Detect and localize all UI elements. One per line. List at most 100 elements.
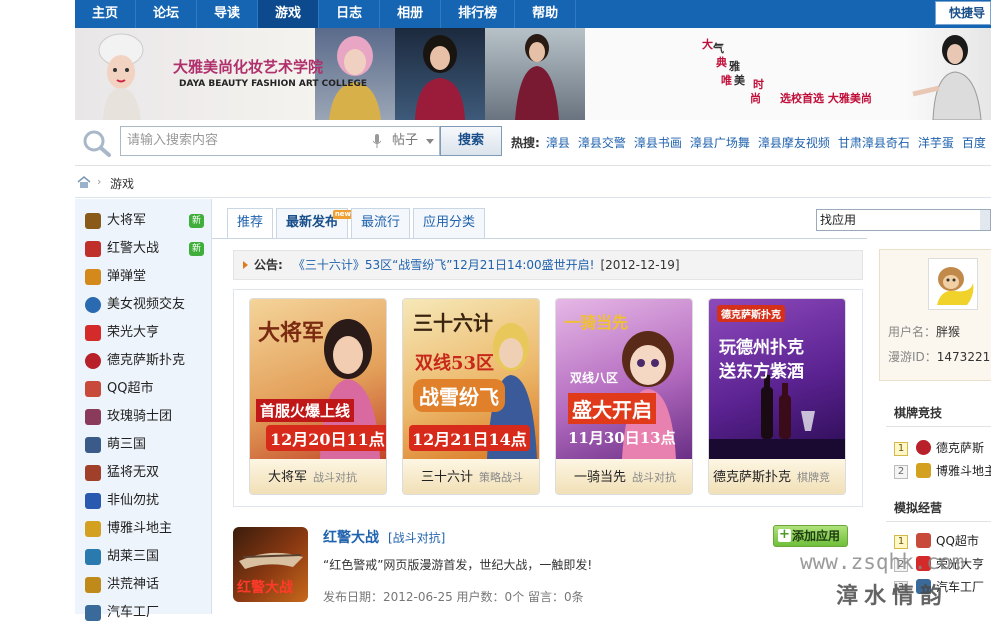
ranking-item[interactable]: 1 德克萨斯 (894, 439, 984, 457)
top-nav: 主页 论坛 导读 游戏 日志 相册 排行榜 帮助 快捷导 (75, 0, 991, 28)
sidebar-item-label: 美女视频交友 (107, 297, 186, 312)
announcement-date: [2012-12-19] (600, 258, 680, 272)
watermark-url: www.zsqhk.com (800, 550, 965, 574)
game-card-promo: 玩德州扑克 (719, 338, 804, 358)
hot-term[interactable]: 洋芋蛋 (918, 136, 954, 150)
banner-model-2 (315, 28, 395, 120)
banner-ad[interactable]: 大雅美尚化妆艺术学院 DAYA BEAUTY FASHION ART COLLE… (75, 28, 991, 120)
sidebar-item-qq-supermarket[interactable]: QQ超市 (75, 375, 212, 403)
banner-model-right (905, 28, 991, 120)
nav-album[interactable]: 相册 (380, 0, 442, 28)
sidebar-item-boya-doudizhu[interactable]: 博雅斗地主 (75, 515, 212, 543)
search-input[interactable]: 请输入搜索内容 (120, 126, 390, 156)
game-card[interactable]: 德克萨斯扑克 玩德州扑克 送东方紫酒 德克萨斯扑克 棋牌竞 (708, 298, 846, 495)
sidebar-item-dajiangjun[interactable]: 大将军 新 (75, 207, 212, 235)
app-description: “红色警戒”网页版漫游首发，世纪大战，一触即发! (323, 558, 593, 572)
hot-term[interactable]: 百度 (962, 136, 986, 150)
banner-model-3 (395, 28, 485, 120)
tab-latest-label: 最新发布 (286, 215, 339, 230)
hot-term[interactable]: 漳县广场舞 (690, 136, 750, 150)
sidebar-item-hongjing[interactable]: 红警大战 新 (75, 235, 212, 263)
game-card-logo: 大将军 (258, 320, 325, 346)
sidebar-item-dandantang[interactable]: 弹弹堂 (75, 263, 212, 291)
nav-ranking[interactable]: 排行榜 (441, 0, 516, 28)
nav-blog[interactable]: 日志 (319, 0, 381, 28)
nav-home[interactable]: 主页 (75, 0, 137, 28)
find-app-button[interactable] (980, 209, 991, 231)
search-bar: 请输入搜索内容 帖子 搜索 热搜: 漳县 漳县交警 漳县书画 漳县广场舞 漳县摩友视频 甘肃… (75, 120, 991, 166)
app-thumbnail-text: 红警大战 (237, 580, 293, 596)
game-icon (916, 440, 931, 455)
sidebar-item-feixian[interactable]: 非仙勿扰 (75, 487, 212, 515)
sidebar-item-car-factory[interactable]: 汽车工厂 (75, 599, 212, 627)
avatar[interactable] (928, 258, 978, 310)
game-card[interactable]: 一骑当先 双线八区 盛大开启 11月30日13点 一骑当先 战斗对抗 (555, 298, 693, 495)
ranking-item-name: 德克萨斯 (936, 441, 985, 455)
game-card[interactable]: 大将军 首服火爆上线 12月20日11点 大将军 战斗对抗 (249, 298, 387, 495)
nav-games[interactable]: 游戏 (258, 0, 320, 28)
announcement-bar: 公告: 《三十六计》53区“战雪纷飞”12月21日14:00盛世开启! [2012-… (233, 250, 863, 280)
app-title[interactable]: 红警大战 (323, 527, 379, 547)
app-category[interactable]: [战斗对抗] (388, 529, 445, 546)
sidebar-item-mengjiang[interactable]: 猛将无双 (75, 459, 212, 487)
search-button[interactable]: 搜索 (440, 126, 502, 156)
tab-categories[interactable]: 应用分类 (413, 208, 486, 238)
search-type-label: 帖子 (392, 133, 419, 148)
sidebar-item-label: 猛将无双 (107, 465, 160, 480)
sidebar-item-label: 弹弹堂 (107, 269, 147, 284)
sidebar-item-video-dating[interactable]: 美女视频交友 (75, 291, 212, 319)
user-id-row: 漫游ID：14732211 (888, 348, 991, 365)
ranking-item[interactable]: 1 QQ超市 (894, 532, 979, 550)
nav-guide[interactable]: 导读 (197, 0, 259, 28)
game-card-image: 德克萨斯扑克 玩德州扑克 送东方紫酒 (709, 299, 845, 459)
tab-divider (212, 238, 867, 239)
tab-recommended[interactable]: 推荐 (227, 208, 274, 238)
quick-nav-button[interactable]: 快捷导 (935, 1, 991, 25)
sidebar-item-texas-poker[interactable]: 德克萨斯扑克 (75, 347, 212, 375)
ranking-item[interactable]: 2 博雅斗地主 (894, 462, 991, 480)
user-card: 用户名：胖猴 漫游ID：14732211 (879, 249, 991, 381)
tab-popular[interactable]: 最流行 (351, 208, 411, 238)
game-card-caption: 一骑当先 战斗对抗 (556, 459, 692, 494)
search-type-select[interactable]: 帖子 (388, 126, 440, 156)
banner-slogan-char: 美 (734, 74, 745, 87)
username-label: 用户名： (888, 325, 937, 339)
simulation-section-title: 模拟经营 (894, 501, 943, 515)
game-icon (85, 269, 101, 285)
hot-term[interactable]: 漳县书画 (634, 136, 682, 150)
add-app-button[interactable]: + 添加应用 (773, 525, 848, 547)
game-icon (85, 325, 101, 341)
game-card-image: 大将军 首服火爆上线 12月20日11点 (250, 299, 386, 459)
home-icon[interactable] (77, 176, 91, 188)
sidebar-item-rose-knights[interactable]: 玫瑰骑士团 (75, 403, 212, 431)
announcement-link[interactable]: 《三十六计》53区“战雪纷飞”12月21日14:00盛世开启! (293, 258, 595, 272)
sidebar-item-rongguang[interactable]: 荣光大亨 (75, 319, 212, 347)
hot-term[interactable]: 漳县摩友视频 (758, 136, 830, 150)
nav-forum[interactable]: 论坛 (136, 0, 198, 28)
plus-icon: + (778, 527, 791, 542)
nav-help[interactable]: 帮助 (515, 0, 577, 28)
sidebar-item-label: QQ超市 (107, 381, 154, 396)
hot-term[interactable]: 漳县交警 (578, 136, 626, 150)
search-icon (83, 130, 111, 157)
sidebar-item-label: 大将军 (107, 213, 147, 228)
sidebar-item-hulai-sanguo[interactable]: 胡莱三国 (75, 543, 212, 571)
banner-slogan-char: 唯 (721, 74, 732, 87)
tab-latest[interactable]: 最新发布 new (276, 208, 354, 238)
banner-model-4 (485, 28, 585, 120)
app-thumbnail[interactable]: 红警大战 (233, 527, 308, 602)
game-icon (85, 465, 101, 481)
game-card-promo: 双线53区 (415, 353, 495, 374)
app-tabs: 推荐 最新发布 new 最流行 应用分类 (227, 208, 488, 238)
sidebar-item-meng-sanguo[interactable]: 萌三国 (75, 431, 212, 459)
find-app-input[interactable]: 找应用 (816, 209, 982, 231)
hot-term[interactable]: 甘肃漳县奇石 (838, 136, 910, 150)
chess-section: 棋牌竞技 1 德克萨斯 2 博雅斗地主 (878, 404, 991, 484)
sidebar-item-label: 洪荒神话 (107, 577, 160, 592)
hot-term[interactable]: 漳县 (546, 136, 570, 150)
game-card[interactable]: 三十六计 双线53区 战雪纷飞 12月21日14点 三十六计 策略战斗 (402, 298, 540, 495)
sidebar-item-honghuang[interactable]: 洪荒神话 (75, 571, 212, 599)
microphone-icon[interactable] (373, 134, 381, 148)
section-divider (886, 521, 991, 522)
game-icon (85, 577, 101, 593)
